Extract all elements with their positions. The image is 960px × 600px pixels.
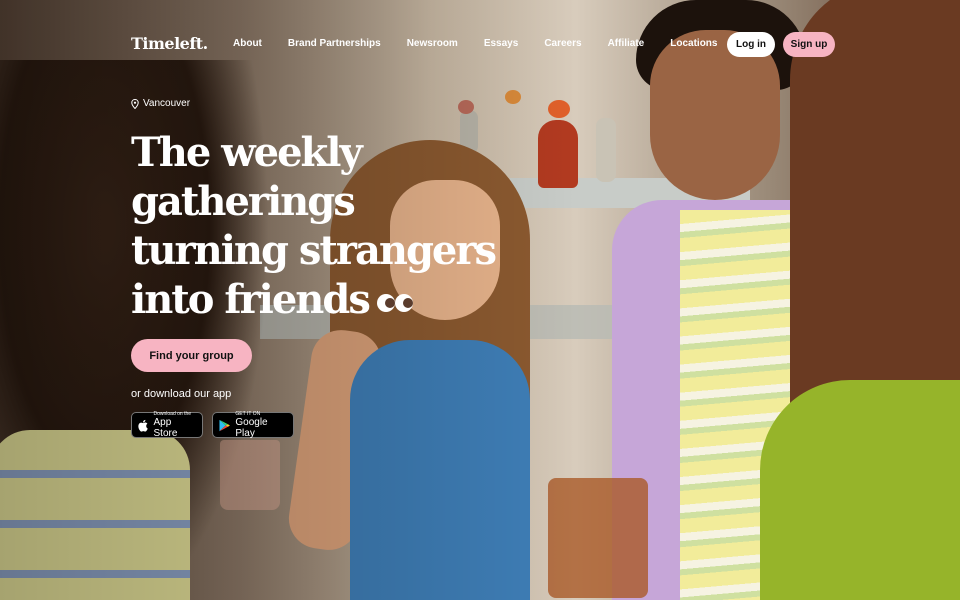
headline-line-4: into friends [131, 276, 371, 323]
nav-essays[interactable]: Essays [484, 38, 518, 49]
nav-locations[interactable]: Locations [670, 38, 717, 49]
timeleft-logo[interactable]: Timeleft. [131, 34, 208, 53]
app-store-badge[interactable]: Download on the App Store [131, 411, 203, 439]
site-header: Timeleft. About Brand Partnerships Newsr… [0, 0, 960, 88]
nav-newsroom[interactable]: Newsroom [407, 38, 458, 49]
location-label: Vancouver [143, 98, 191, 109]
location-pin-icon [131, 98, 139, 109]
headline-line-3: turning strangers [131, 227, 497, 274]
nav-careers[interactable]: Careers [544, 38, 581, 49]
find-your-group-button[interactable]: Find your group [131, 339, 252, 372]
nav-brand-partnerships[interactable]: Brand Partnerships [288, 38, 381, 49]
app-store-big-text: App Store [153, 417, 178, 439]
apple-icon [138, 419, 148, 432]
hero-headline: The weekly gatherings turning strangers … [131, 128, 497, 324]
download-app-text: or download our app [131, 388, 232, 400]
signup-button[interactable]: Sign up [783, 32, 835, 57]
headline-line-2: gatherings [131, 178, 356, 225]
infinity-cc-icon [376, 294, 413, 312]
location-indicator[interactable]: Vancouver [131, 98, 190, 109]
login-button[interactable]: Log in [727, 32, 775, 57]
nav-affiliate[interactable]: Affiliate [608, 38, 645, 49]
google-play-badge[interactable]: GET IT ON Google Play [212, 411, 294, 439]
headline-line-4-wrap: into friends [131, 275, 491, 324]
google-play-big-text: Google Play [235, 417, 268, 439]
google-play-icon [219, 419, 230, 431]
headline-line-1: The weekly [131, 129, 363, 176]
nav-about[interactable]: About [233, 38, 262, 49]
main-nav: About Brand Partnerships Newsroom Essays… [233, 38, 717, 49]
